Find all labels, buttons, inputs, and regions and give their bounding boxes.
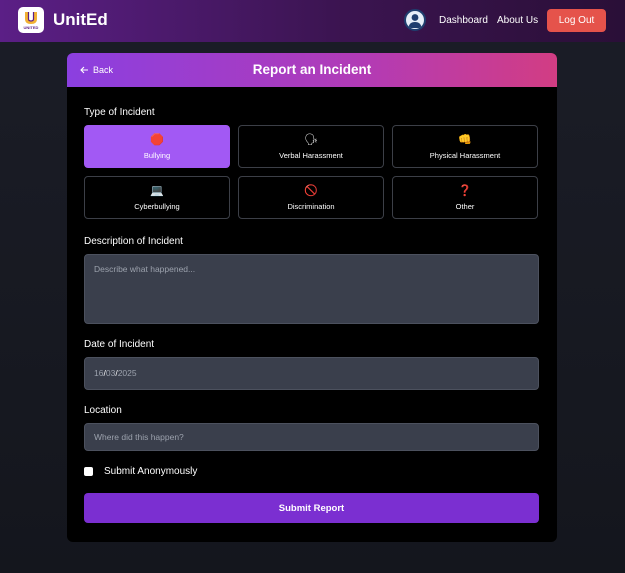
description-label: Description of Incident [84, 236, 183, 247]
u-logo-icon [25, 11, 37, 24]
incident-type-label: Discrimination [287, 201, 335, 211]
avatar[interactable] [404, 9, 426, 31]
nav-about-link[interactable]: About Us [497, 15, 538, 26]
nav-dashboard-link[interactable]: Dashboard [439, 15, 488, 26]
fist-icon: 👊 [458, 133, 472, 146]
date-input[interactable]: 16/03/2025 [84, 357, 539, 390]
stop-sign-icon: 🛑 [150, 133, 164, 146]
card-header: Back Report an Incident [67, 53, 557, 87]
incident-type-bullying[interactable]: 🛑 Bullying [84, 125, 230, 168]
incident-type-verbal-harassment[interactable]: 🗣 Verbal Harassment [238, 125, 384, 168]
incident-type-label: Type of Incident [84, 107, 155, 118]
incident-type-label: Verbal Harassment [279, 150, 343, 160]
logo[interactable]: UNITED [18, 7, 44, 33]
location-label: Location [84, 405, 122, 416]
incident-type-cyberbullying[interactable]: 💻 Cyberbullying [84, 176, 230, 219]
incident-type-physical-harassment[interactable]: 👊 Physical Harassment [392, 125, 538, 168]
navbar: UNITED UnitEd Dashboard About Us Log Out [0, 0, 625, 42]
laptop-icon: 💻 [150, 184, 164, 197]
report-card: Back Report an Incident Type of Incident… [67, 53, 557, 542]
incident-type-label: Other [455, 201, 475, 211]
question-mark-icon: ❓ [458, 184, 472, 197]
description-textarea[interactable] [84, 254, 539, 324]
incident-type-discrimination[interactable]: 🚫 Discrimination [238, 176, 384, 219]
page-title: Report an Incident [252, 62, 372, 77]
incident-type-label: Bullying [143, 150, 171, 160]
brand-name[interactable]: UnitEd [53, 10, 108, 30]
incident-type-label: Physical Harassment [429, 150, 501, 160]
location-input[interactable] [84, 423, 539, 451]
anonymous-label: Submit Anonymously [104, 466, 198, 477]
user-icon [408, 14, 422, 28]
anonymous-checkbox[interactable] [84, 467, 93, 476]
submit-report-button[interactable]: Submit Report [84, 493, 539, 523]
date-label: Date of Incident [84, 339, 155, 350]
date-month: 03 [105, 368, 116, 378]
logout-button[interactable]: Log Out [547, 9, 606, 32]
prohibited-icon: 🚫 [304, 184, 318, 197]
incident-type-label: Cyberbullying [134, 201, 180, 211]
speaking-head-icon: 🗣 [304, 133, 318, 146]
logo-wordmark: UNITED [23, 24, 39, 30]
incident-type-other[interactable]: ❓ Other [392, 176, 538, 219]
date-year: 2025 [117, 368, 137, 378]
